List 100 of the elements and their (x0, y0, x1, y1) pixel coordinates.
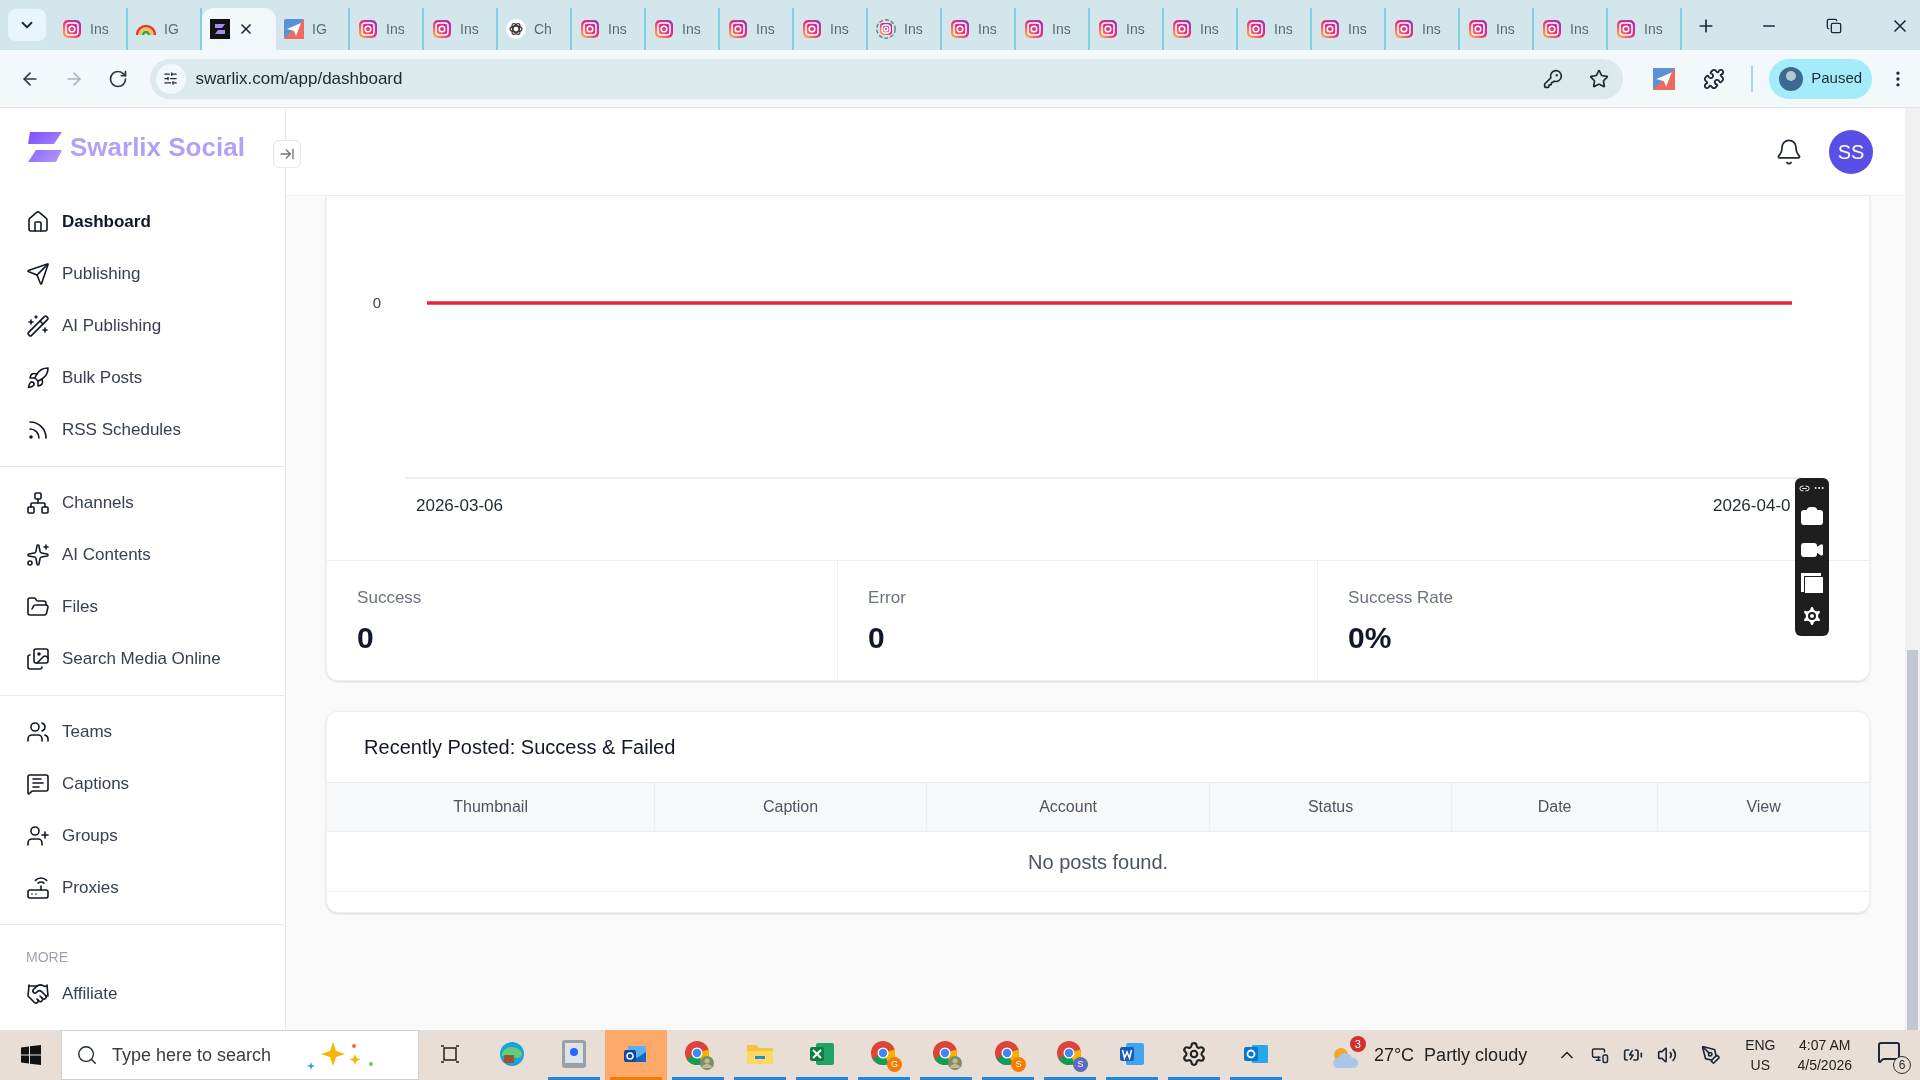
weather-widget[interactable]: 3 27°C Partly cloudy (1329, 1030, 1558, 1080)
axis-tick-label: 2026-03-06 (416, 496, 504, 515)
tab-search-button[interactable] (8, 9, 46, 41)
camera-icon (1246, 19, 1266, 39)
sidebar-item[interactable]: Channels (0, 477, 286, 529)
sidebar-item[interactable]: AI Contents (0, 529, 286, 581)
user-avatar[interactable]: SS (1829, 129, 1874, 174)
rocket-icon (26, 366, 50, 390)
sidebar-item[interactable]: Bulk Posts (0, 352, 286, 404)
arrow-to-line-icon (279, 146, 295, 162)
sidebar-item[interactable]: Dashboard (0, 196, 286, 248)
windows-icon[interactable] (1800, 572, 1824, 594)
avatar-icon (948, 1055, 962, 1070)
card-title: Recently Posted: Success & Failed (364, 735, 676, 760)
column-header: Thumbnail (452, 797, 529, 817)
home-icon (26, 210, 50, 234)
user-plus-icon (26, 824, 50, 848)
sidebar-item[interactable]: RSS Schedules (0, 404, 286, 456)
taskbar-search-field[interactable]: Type here to search (61, 1030, 419, 1080)
camera-icon (1024, 19, 1044, 39)
notification-count: 6 (1893, 1056, 1911, 1074)
site-info-button[interactable] (155, 63, 186, 94)
column-header: View (1657, 783, 1870, 831)
logo-icon (26, 130, 64, 164)
address-bar[interactable]: swarlix.com/app/dashboard (149, 58, 1624, 99)
sidebar-item[interactable]: Publishing (0, 248, 286, 300)
camera-icon (358, 19, 378, 39)
taskbar-app[interactable]: S (1039, 1030, 1101, 1080)
key-icon[interactable] (1543, 68, 1564, 89)
sidebar-item[interactable]: Groups (0, 810, 286, 862)
task-view-icon (439, 1043, 461, 1064)
camera-icon (62, 19, 82, 39)
stat-label: Error (868, 587, 907, 609)
restore-icon[interactable] (1826, 18, 1842, 34)
camera-icon (654, 19, 674, 39)
chrome-icon (994, 1039, 1020, 1066)
extensions-icon[interactable] (1703, 67, 1726, 90)
clock[interactable]: 4:07 AM 4/5/2026 (1785, 1030, 1864, 1080)
address-text: swarlix.com/app/dashboard (195, 67, 403, 90)
ringed-camera-icon (876, 19, 896, 39)
paper-plane-icon[interactable] (1653, 67, 1676, 90)
chrome-icon (870, 1039, 896, 1066)
axis-tick-label: 2026-04-0 (1713, 496, 1791, 515)
app-logo-icon (210, 19, 230, 39)
people-icon (26, 720, 50, 744)
taskbar-app[interactable]: G (853, 1030, 915, 1080)
column-header: Status (1209, 783, 1452, 831)
camera-icon (1098, 19, 1118, 39)
chrome-icon (1056, 1039, 1082, 1066)
sidebar-item[interactable]: Teams (0, 706, 286, 758)
camera-icon (802, 19, 822, 39)
devices-icon[interactable] (1591, 1046, 1610, 1064)
network-icon (26, 491, 50, 515)
sidebar-item[interactable]: Files (0, 581, 286, 633)
stat-value: 0% (1348, 619, 1392, 656)
sidebar-item[interactable]: Search Media Online (0, 633, 286, 685)
column-header: Caption (654, 783, 927, 831)
section-heading: MORE (25, 948, 69, 967)
sidebar-item[interactable]: Affiliate (0, 968, 286, 1020)
sparkles-icon (26, 543, 50, 567)
sidebar-item[interactable]: Captions (0, 758, 286, 810)
camera-icon (432, 19, 452, 39)
speaker-icon[interactable] (1657, 1045, 1678, 1065)
profile-button[interactable]: Paused (1769, 58, 1873, 99)
avatar-icon (700, 1055, 714, 1070)
browser-wave-icon (498, 1039, 526, 1068)
column-header: Date (1451, 783, 1658, 831)
reload-icon (107, 68, 128, 89)
camera-icon (580, 19, 600, 39)
action-center-icon[interactable] (1877, 1040, 1901, 1064)
language-indicator[interactable]: ENG US (1735, 1030, 1786, 1080)
rss-icon (26, 418, 50, 442)
stat-label: Success Rate (1348, 587, 1454, 609)
empty-message: No posts found. (1028, 849, 1169, 875)
camera-icon (1616, 19, 1636, 39)
rainbow-icon (136, 22, 156, 36)
brand-name: Swarlix Social (70, 130, 245, 164)
taskbar-app[interactable]: S (977, 1030, 1039, 1080)
camera-icon[interactable] (1800, 504, 1824, 528)
collapse-sidebar-button[interactable] (273, 140, 301, 168)
camera-icon (1320, 19, 1340, 39)
close-tab-icon[interactable] (238, 21, 254, 37)
sidebar-item[interactable]: Proxies (0, 862, 286, 914)
bookmark-star-icon[interactable] (1589, 68, 1610, 89)
search-icon (76, 1044, 98, 1066)
sidebar-item[interactable]: AI Publishing (0, 300, 286, 352)
paper-plane-icon (26, 262, 50, 286)
settings-icon (1181, 1040, 1207, 1067)
scrollbar[interactable] (1905, 108, 1920, 1030)
stat-label: Success (357, 587, 423, 609)
column-header: Account (926, 783, 1210, 831)
message-icon (26, 772, 50, 796)
browser-tab[interactable] (202, 8, 276, 50)
pen-icon[interactable] (1701, 1045, 1722, 1065)
magic-wand-icon (26, 314, 50, 338)
camera-icon (1468, 19, 1488, 39)
avatar-icon (1779, 66, 1804, 91)
camera-icon (1172, 19, 1192, 39)
stat-value: 0 (868, 619, 885, 656)
camera-icon (950, 19, 970, 39)
